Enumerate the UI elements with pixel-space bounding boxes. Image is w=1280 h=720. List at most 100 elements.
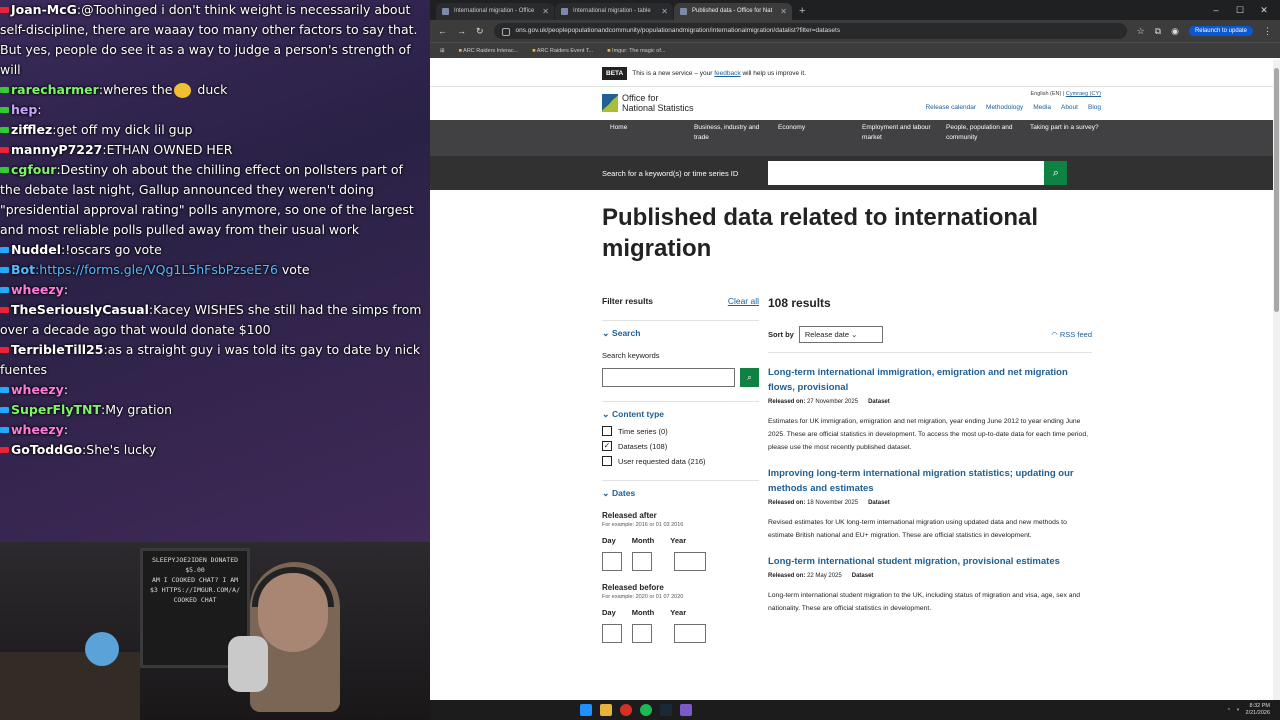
before-day-input[interactable] bbox=[602, 624, 622, 643]
after-day-input[interactable] bbox=[602, 552, 622, 571]
checkbox-icon[interactable] bbox=[602, 456, 612, 466]
lang-cy-link[interactable]: Cymraeg (CY) bbox=[1066, 91, 1101, 97]
checkbox-user-requested[interactable]: User requested data (216) bbox=[602, 456, 759, 466]
ons-logo[interactable]: Office for National Statistics bbox=[602, 93, 694, 113]
checkbox-datasets[interactable]: ✓ Datasets (108) bbox=[602, 441, 759, 451]
result-title-link[interactable]: Long-term international immigration, emi… bbox=[768, 365, 1092, 395]
chat-username[interactable]: TheSeriouslyCasual bbox=[11, 302, 149, 317]
file-explorer-icon[interactable] bbox=[600, 704, 612, 716]
site-search-button[interactable]: ⌕ bbox=[1044, 161, 1068, 185]
nav-home[interactable]: Home bbox=[602, 120, 686, 156]
start-icon[interactable] bbox=[580, 704, 592, 716]
chat-username[interactable]: Joan-McG bbox=[11, 2, 77, 17]
chat-text: go vote bbox=[110, 242, 162, 257]
blog-link[interactable]: Blog bbox=[1088, 104, 1101, 111]
result-title-link[interactable]: Improving long-term international migrat… bbox=[768, 466, 1092, 496]
bookmark-star-icon[interactable]: ☆ bbox=[1137, 26, 1145, 37]
chat-username[interactable]: zifflez bbox=[11, 122, 52, 137]
sort-select[interactable]: Release date ⌄ bbox=[798, 326, 883, 343]
chat-text: : bbox=[63, 282, 69, 297]
release-calendar-link[interactable]: Release calendar bbox=[925, 104, 976, 111]
clock[interactable]: 8:32 PM 2/21/2026 bbox=[1246, 703, 1270, 717]
stream-screen: Joan-McG:@Toohinged i don't think weight… bbox=[0, 0, 1280, 720]
nav-economy[interactable]: Economy bbox=[770, 120, 854, 156]
taskbar: ◔ ◖ 8:32 PM 2/21/2026 bbox=[430, 700, 1280, 720]
methodology-link[interactable]: Methodology bbox=[986, 104, 1023, 111]
nav-survey[interactable]: Taking part in a survey? bbox=[1022, 120, 1106, 156]
nav-business[interactable]: Business, industry and trade bbox=[686, 120, 770, 156]
profile-icon[interactable]: ◉ bbox=[1171, 26, 1179, 37]
nav-employment[interactable]: Employment and labour market bbox=[854, 120, 938, 156]
wifi-icon[interactable]: ◔ bbox=[1227, 707, 1230, 713]
keyword-search-input[interactable] bbox=[602, 368, 735, 387]
nav-people[interactable]: People, population and community bbox=[938, 120, 1022, 156]
new-tab-icon[interactable]: + bbox=[799, 3, 805, 20]
browser-tab[interactable]: International migration - Office ✕ bbox=[436, 3, 554, 20]
result-type: Dataset bbox=[868, 399, 890, 405]
url-field[interactable]: ons.gov.uk/peoplepopulationandcommunity/… bbox=[493, 23, 1127, 39]
relaunch-button[interactable]: Relaunch to update bbox=[1188, 26, 1253, 36]
obs-icon[interactable] bbox=[680, 704, 692, 716]
chat-username[interactable]: GoToddGo bbox=[11, 442, 82, 457]
feedback-link[interactable]: feedback bbox=[714, 70, 740, 77]
system-tray: ◔ ◖ 8:32 PM 2/21/2026 bbox=[1227, 703, 1270, 717]
dates-accordion[interactable]: Dates bbox=[602, 488, 759, 499]
content-type-accordion[interactable]: Content type bbox=[602, 409, 759, 420]
close-tab-icon[interactable]: ✕ bbox=[661, 3, 668, 20]
spotify-icon[interactable] bbox=[640, 704, 652, 716]
chat-username[interactable]: mannyP7227 bbox=[11, 142, 102, 157]
steam-icon[interactable] bbox=[660, 704, 672, 716]
page-scrollbar[interactable] bbox=[1273, 60, 1280, 700]
result-title-link[interactable]: Long-term international student migratio… bbox=[768, 554, 1092, 569]
close-tab-icon[interactable]: ✕ bbox=[542, 3, 549, 20]
chat-username[interactable]: wheezy bbox=[11, 422, 64, 437]
site-search-input[interactable] bbox=[768, 161, 1045, 185]
bookmark-item[interactable]: Imgur: The magic of... bbox=[607, 48, 665, 54]
chat-username[interactable]: rarecharmer bbox=[11, 82, 99, 97]
chat-username[interactable]: TerribleTill25 bbox=[11, 342, 103, 357]
before-year-input[interactable] bbox=[674, 624, 706, 643]
minimize-icon[interactable]: – bbox=[1204, 0, 1228, 20]
chat-username[interactable]: wheezy bbox=[11, 382, 64, 397]
chat-username[interactable]: hep bbox=[11, 102, 37, 117]
browser-tab[interactable]: International migration - table ✕ bbox=[555, 3, 673, 20]
maximize-icon[interactable]: ☐ bbox=[1228, 0, 1252, 20]
after-month-input[interactable] bbox=[632, 552, 652, 571]
back-icon[interactable]: ← bbox=[438, 26, 447, 36]
menu-icon[interactable]: ⋮ bbox=[1263, 26, 1272, 37]
checkbox-time-series[interactable]: Time series (0) bbox=[602, 426, 759, 436]
scrollbar-thumb[interactable] bbox=[1274, 68, 1279, 312]
apps-icon[interactable]: ⊞ bbox=[440, 48, 445, 54]
clear-all-link[interactable]: Clear all bbox=[728, 296, 759, 306]
checkbox-checked-icon[interactable]: ✓ bbox=[602, 441, 612, 451]
chat-username[interactable]: Nuddel bbox=[11, 242, 61, 257]
close-window-icon[interactable]: ✕ bbox=[1252, 0, 1276, 20]
extensions-icon[interactable]: ⧉ bbox=[1155, 26, 1161, 37]
bookmark-item[interactable]: ARC Raiders Interac... bbox=[459, 48, 518, 54]
chat-message: wheezy: bbox=[0, 380, 430, 400]
chat-username[interactable]: cgfour bbox=[11, 162, 56, 177]
reload-icon[interactable]: ↻ bbox=[476, 26, 484, 37]
result-meta: Released on: 18 November 2025 Dataset bbox=[768, 500, 1092, 506]
browser-tab-active[interactable]: Published data - Office for Nat ✕ bbox=[674, 3, 792, 20]
checkbox-icon[interactable] bbox=[602, 426, 612, 436]
volume-icon[interactable]: ◖ bbox=[1236, 707, 1239, 713]
media-link[interactable]: Media bbox=[1033, 104, 1051, 111]
chat-username[interactable]: SuperFlyTNT bbox=[11, 402, 101, 417]
before-month-input[interactable] bbox=[632, 624, 652, 643]
chat-username[interactable]: Bot bbox=[11, 262, 35, 277]
chrome-icon[interactable] bbox=[620, 704, 632, 716]
released-label: Released on: bbox=[768, 500, 806, 506]
search-accordion[interactable]: Search bbox=[602, 328, 759, 339]
close-tab-icon[interactable]: ✕ bbox=[780, 3, 787, 20]
keyword-search-button[interactable]: ⌕ bbox=[740, 368, 759, 387]
badge-icon bbox=[0, 166, 9, 173]
about-link[interactable]: About bbox=[1061, 104, 1078, 111]
bookmark-item[interactable]: ARC Raiders Event T... bbox=[532, 48, 593, 54]
rss-link[interactable]: ◠ RSS feed bbox=[1051, 330, 1092, 339]
chat-username[interactable]: wheezy bbox=[11, 282, 64, 297]
forward-icon[interactable]: → bbox=[457, 26, 466, 36]
after-year-input[interactable] bbox=[674, 552, 706, 571]
ons-favicon-icon bbox=[442, 8, 449, 15]
chat-text: :wheres the bbox=[98, 82, 173, 97]
